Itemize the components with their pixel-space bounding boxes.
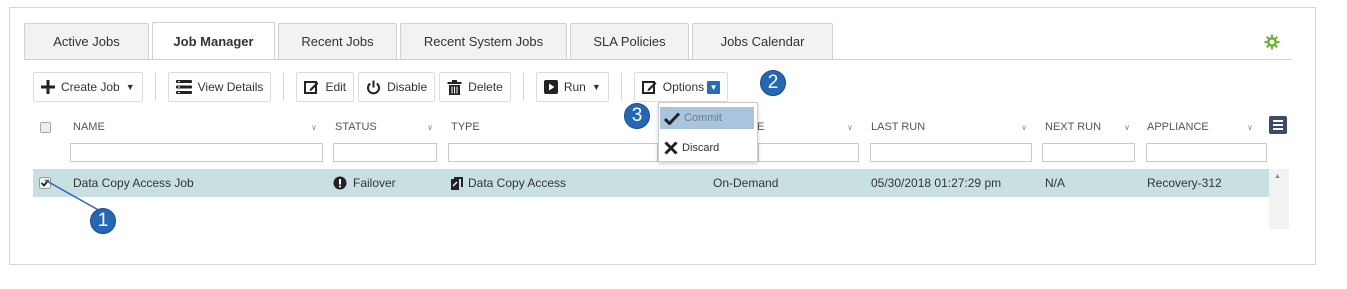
disable-button[interactable]: Disable — [358, 72, 436, 102]
callout-badge-1: 1 — [90, 208, 116, 234]
toolbar-separator — [620, 73, 622, 101]
cell-next-run: N/A — [1045, 176, 1066, 190]
tab-divider — [24, 59, 1292, 60]
menu-item-commit[interactable]: Commit — [660, 107, 754, 129]
tab-job-manager[interactable]: Job Manager — [152, 22, 275, 59]
plus-icon — [41, 80, 55, 94]
filter-schedule-input[interactable] — [758, 143, 859, 162]
callout-badge-3: 3 — [624, 103, 650, 129]
caret-down-icon: ▼ — [125, 82, 135, 92]
toolbar-separator — [283, 73, 285, 101]
edit-icon — [304, 80, 319, 95]
column-header-next-run[interactable]: NEXT RUN ∨ — [1045, 113, 1136, 141]
create-job-button[interactable]: Create Job ▼ — [33, 72, 143, 102]
toolbar-separator — [154, 73, 156, 101]
check-icon — [664, 111, 680, 125]
sort-icon: ∨ — [1247, 122, 1253, 132]
filter-appliance-input[interactable] — [1146, 143, 1267, 162]
filter-next-run-input[interactable] — [1042, 143, 1135, 162]
edit-button[interactable]: Edit — [296, 72, 355, 102]
trash-icon — [447, 79, 462, 95]
tab-jobs-calendar[interactable]: Jobs Calendar — [692, 23, 833, 59]
toolbar: Create Job ▼ View Details Edit Disable D… — [33, 70, 732, 104]
create-job-label: Create Job — [61, 80, 120, 94]
column-header-name[interactable]: NAME ∨ — [73, 113, 323, 141]
filter-type-input[interactable] — [448, 143, 658, 162]
scroll-up-icon[interactable]: ▲ — [1274, 173, 1281, 180]
cell-schedule: On-Demand — [713, 176, 779, 190]
alert-icon — [333, 176, 347, 190]
delete-label: Delete — [468, 80, 503, 94]
column-header-status[interactable]: STATUS ∨ — [335, 113, 439, 141]
options-button[interactable]: Options ▼ — [633, 72, 729, 102]
run-label: Run — [563, 80, 586, 94]
menu-item-discard[interactable]: Discard — [660, 137, 754, 159]
play-icon — [543, 80, 558, 94]
sort-icon: ∨ — [847, 122, 853, 132]
column-header-schedule[interactable]: E ∨ — [757, 113, 859, 141]
edit-label: Edit — [325, 80, 347, 94]
delete-button[interactable]: Delete — [439, 72, 511, 102]
tab-recent-jobs[interactable]: Recent Jobs — [278, 23, 397, 59]
cell-last-run: 05/30/2018 01:27:29 pm — [871, 176, 1002, 190]
column-menu-icon[interactable] — [1269, 116, 1287, 134]
caret-down-icon[interactable]: ▼ — [707, 80, 721, 94]
run-button[interactable]: Run ▼ — [535, 72, 609, 102]
caret-down-icon: ▼ — [591, 82, 601, 92]
edit-icon — [641, 80, 657, 95]
callout-badge-2: 2 — [760, 70, 786, 96]
table-row[interactable]: Data Copy Access Job Failover Data Copy … — [33, 169, 1269, 197]
disable-label: Disable — [387, 80, 428, 94]
details-icon — [175, 80, 192, 94]
view-details-button[interactable]: View Details — [167, 72, 272, 102]
column-header-appliance[interactable]: APPLIANCE ∨ — [1147, 113, 1259, 141]
tab-sla-policies[interactable]: SLA Policies — [570, 23, 689, 59]
tab-recent-system-jobs[interactable]: Recent System Jobs — [400, 23, 567, 59]
filter-last-run-input[interactable] — [870, 143, 1032, 162]
column-header-last-run[interactable]: LAST RUN ∨ — [871, 113, 1033, 141]
tab-active-jobs[interactable]: Active Jobs — [24, 23, 149, 59]
gear-icon[interactable] — [1264, 34, 1280, 50]
sort-icon: ∨ — [427, 122, 433, 132]
cell-status: Failover — [333, 169, 396, 197]
view-details-label: View Details — [197, 80, 264, 94]
filter-name-input[interactable] — [70, 143, 323, 162]
options-menu: Commit Discard — [658, 102, 758, 162]
select-all-checkbox[interactable] — [40, 113, 60, 141]
sort-icon: ∨ — [1021, 122, 1027, 132]
toolbar-separator — [522, 73, 524, 101]
cell-appliance: Recovery-312 — [1147, 176, 1222, 190]
data-copy-icon — [451, 176, 463, 190]
sort-icon: ∨ — [1124, 122, 1130, 132]
x-icon — [664, 141, 678, 155]
options-label: Options — [662, 80, 705, 94]
cell-type: Data Copy Access — [451, 169, 566, 197]
vertical-scrollbar[interactable]: ▲ — [1269, 169, 1289, 229]
tab-bar: Active Jobs Job Manager Recent Jobs Rece… — [24, 22, 836, 59]
power-icon — [366, 80, 381, 95]
sort-icon: ∨ — [311, 122, 317, 132]
filter-status-input[interactable] — [333, 143, 437, 162]
